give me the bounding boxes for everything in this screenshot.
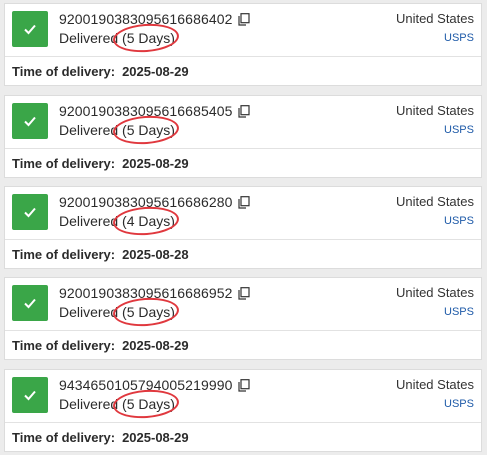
status-label: Delivered <box>59 396 119 412</box>
transit-days-text: (5 Days) <box>122 304 175 320</box>
status-indicator <box>12 377 48 413</box>
delivery-date: 2025-08-28 <box>122 246 189 262</box>
delivery-date: 2025-08-29 <box>122 155 189 171</box>
shipment-card: 9200190383095616686280 Delivered (4 Days… <box>4 186 482 269</box>
delivery-time-label: Time of delivery: <box>12 63 116 79</box>
delivery-date: 2025-08-29 <box>122 63 189 79</box>
delivery-time-row: Time of delivery: 2025-08-29 <box>5 57 481 85</box>
status-label: Delivered <box>59 213 119 229</box>
delivery-time-row: Time of delivery: 2025-08-29 <box>5 423 481 451</box>
tracking-number[interactable]: 9200190383095616686952 <box>59 285 250 301</box>
transit-days-text: (4 Days) <box>122 213 175 229</box>
shipment-card: 9200190383095616686402 Delivered (5 Days… <box>4 3 482 86</box>
transit-days: (5 Days) <box>112 21 180 55</box>
delivery-time-row: Time of delivery: 2025-08-28 <box>5 240 481 268</box>
delivery-status: Delivered (5 Days) <box>59 113 180 147</box>
checkmark-icon <box>24 207 36 218</box>
delivery-time-row: Time of delivery: 2025-08-29 <box>5 331 481 359</box>
copy-icon[interactable] <box>237 104 250 118</box>
delivery-time-label: Time of delivery: <box>12 155 116 171</box>
carrier-link[interactable]: USPS <box>444 306 474 318</box>
shipment-card: 9200190383095616685405 Delivered (5 Days… <box>4 95 482 178</box>
status-label: Delivered <box>59 304 119 320</box>
tracking-number[interactable]: 9434650105794005219990 <box>59 377 250 393</box>
destination-country: United States <box>395 285 474 300</box>
transit-days: (5 Days) <box>112 295 180 329</box>
carrier-link[interactable]: USPS <box>444 398 474 410</box>
status-label: Delivered <box>59 30 119 46</box>
status-indicator <box>12 11 48 47</box>
transit-days: (5 Days) <box>112 387 180 421</box>
shipment-card: 9434650105794005219990 Delivered (5 Days… <box>4 369 482 452</box>
copy-icon[interactable] <box>237 378 250 392</box>
carrier-link[interactable]: USPS <box>444 215 474 227</box>
shipment-card: 9200190383095616686952 Delivered (5 Days… <box>4 277 482 360</box>
tracking-number[interactable]: 9200190383095616685405 <box>59 103 250 119</box>
delivery-date: 2025-08-29 <box>122 429 189 445</box>
tracking-number-text: 9200190383095616686280 <box>59 194 233 210</box>
transit-days-text: (5 Days) <box>122 396 175 412</box>
delivery-time-label: Time of delivery: <box>12 246 116 262</box>
checkmark-icon <box>24 298 36 309</box>
transit-days-text: (5 Days) <box>122 122 175 138</box>
destination-country: United States <box>395 377 474 392</box>
delivery-time-row: Time of delivery: 2025-08-29 <box>5 149 481 177</box>
tracking-number-text: 9200190383095616686402 <box>59 11 233 27</box>
copy-icon[interactable] <box>237 195 250 209</box>
checkmark-icon <box>24 116 36 127</box>
copy-icon[interactable] <box>237 286 250 300</box>
status-indicator <box>12 194 48 230</box>
tracking-number[interactable]: 9200190383095616686402 <box>59 11 250 27</box>
destination-country: United States <box>395 194 474 209</box>
status-indicator <box>12 285 48 321</box>
delivery-status: Delivered (5 Days) <box>59 21 180 55</box>
checkmark-icon <box>24 390 36 401</box>
status-indicator <box>12 103 48 139</box>
carrier-link[interactable]: USPS <box>444 124 474 136</box>
tracking-number-text: 9200190383095616685405 <box>59 103 233 119</box>
delivery-status: Delivered (5 Days) <box>59 295 180 329</box>
copy-icon[interactable] <box>237 12 250 26</box>
checkmark-icon <box>24 24 36 35</box>
delivery-date: 2025-08-29 <box>122 337 189 353</box>
delivery-time-label: Time of delivery: <box>12 337 116 353</box>
tracking-number-text: 9434650105794005219990 <box>59 377 233 393</box>
transit-days: (4 Days) <box>112 204 180 238</box>
status-label: Delivered <box>59 122 119 138</box>
destination-country: United States <box>395 11 474 26</box>
carrier-link[interactable]: USPS <box>444 32 474 44</box>
delivery-status: Delivered (5 Days) <box>59 387 180 421</box>
delivery-status: Delivered (4 Days) <box>59 204 180 238</box>
destination-country: United States <box>395 103 474 118</box>
tracking-number-text: 9200190383095616686952 <box>59 285 233 301</box>
transit-days: (5 Days) <box>112 113 180 147</box>
delivery-time-label: Time of delivery: <box>12 429 116 445</box>
transit-days-text: (5 Days) <box>122 30 175 46</box>
tracking-number[interactable]: 9200190383095616686280 <box>59 194 250 210</box>
